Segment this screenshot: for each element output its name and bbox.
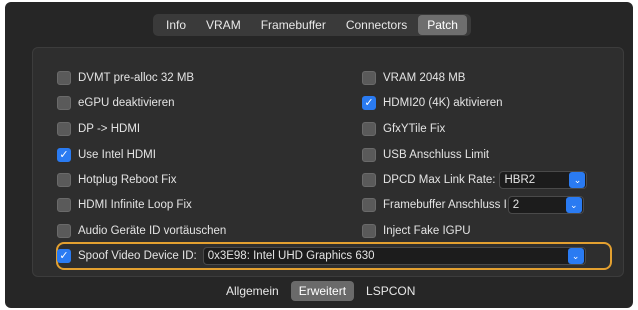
option-label: Use Intel HDMI (78, 149, 156, 161)
patch-window: Info VRAM Framebuffer Connectors Patch D… (5, 2, 633, 308)
option-vram-2048[interactable]: VRAM 2048 MB (362, 69, 465, 87)
option-label: GfxYTile Fix (383, 123, 446, 135)
checkbox[interactable] (362, 122, 376, 136)
option-framebuffer-port[interactable]: Framebuffer Anschluss I 2 ⌄ (362, 196, 584, 214)
option-hotplug-reboot-fix[interactable]: Hotplug Reboot Fix (57, 171, 176, 189)
tab-vram[interactable]: VRAM (197, 15, 250, 35)
option-audio-device-id[interactable]: Audio Geräte ID vortäuschen (57, 222, 226, 240)
option-dp-to-hdmi[interactable]: DP -> HDMI (57, 120, 140, 138)
spoof-device-id-select[interactable]: 0x3E98: Intel UHD Graphics 630 ⌄ (202, 247, 586, 265)
bottom-tab-bar: Allgemein Erweitert LSPCON (218, 280, 423, 302)
option-label: HDMI20 (4K) aktivieren (383, 97, 503, 109)
checkbox[interactable] (362, 71, 376, 85)
checkbox-checked[interactable]: ✓ (57, 148, 71, 162)
option-hdmi-infinite-loop-fix[interactable]: HDMI Infinite Loop Fix (57, 196, 192, 214)
checkbox[interactable] (57, 198, 71, 212)
select-value: 2 (512, 199, 520, 211)
tab-framebuffer[interactable]: Framebuffer (252, 15, 335, 35)
option-label: HDMI Infinite Loop Fix (78, 199, 192, 211)
option-label: Audio Geräte ID vortäuschen (78, 225, 227, 237)
option-label: Spoof Video Device ID: (78, 250, 197, 262)
option-inject-fake-igpu[interactable]: Inject Fake IGPU (362, 222, 471, 240)
option-label: eGPU deaktivieren (78, 97, 175, 109)
tab-connectors[interactable]: Connectors (337, 15, 416, 35)
checkbox[interactable] (57, 122, 71, 136)
option-hdmi20-4k[interactable]: ✓ HDMI20 (4K) aktivieren (362, 94, 503, 112)
select-value: 0x3E98: Intel UHD Graphics 630 (207, 250, 375, 262)
option-label: USB Anschluss Limit (383, 149, 490, 161)
option-use-intel-hdmi[interactable]: ✓ Use Intel HDMI (57, 146, 156, 164)
checkbox[interactable] (57, 71, 71, 85)
tab-patch[interactable]: Patch (418, 15, 467, 35)
option-usb-port-limit[interactable]: USB Anschluss Limit (362, 146, 489, 164)
dpcd-link-rate-select[interactable]: HBR2 ⌄ (499, 171, 588, 189)
option-label: Hotplug Reboot Fix (78, 174, 177, 186)
option-label: VRAM 2048 MB (383, 72, 466, 84)
framebuffer-port-select[interactable]: 2 ⌄ (507, 196, 584, 214)
option-dvmt-prealloc[interactable]: DVMT pre-alloc 32 MB (57, 69, 194, 87)
checkbox[interactable] (57, 224, 71, 238)
chevron-updown-icon: ⌄ (567, 248, 584, 264)
checkbox[interactable] (57, 173, 71, 187)
option-label: DPCD Max Link Rate: (383, 174, 496, 186)
checkbox[interactable] (362, 148, 376, 162)
option-egpu-disable[interactable]: eGPU deaktivieren (57, 94, 175, 112)
checkbox[interactable] (362, 224, 376, 238)
tab-info[interactable]: Info (157, 15, 195, 35)
option-label: Inject Fake IGPU (383, 225, 471, 237)
option-gfxytile-fix[interactable]: GfxYTile Fix (362, 120, 445, 138)
option-dpcd-max-link-rate[interactable]: DPCD Max Link Rate: HBR2 ⌄ (362, 171, 588, 189)
chevron-updown-icon: ⌄ (569, 172, 586, 188)
checkbox-checked[interactable]: ✓ (57, 249, 71, 263)
option-label: DVMT pre-alloc 32 MB (78, 72, 195, 84)
checkbox[interactable] (57, 96, 71, 110)
checkbox[interactable] (362, 198, 376, 212)
chevron-updown-icon: ⌄ (565, 197, 582, 213)
tab-erweitert[interactable]: Erweitert (290, 281, 355, 301)
tab-lspcon[interactable]: LSPCON (358, 281, 423, 301)
option-label: DP -> HDMI (78, 123, 141, 135)
option-label: Framebuffer Anschluss I (383, 199, 507, 211)
top-tab-bar: Info VRAM Framebuffer Connectors Patch (153, 14, 471, 36)
tab-allgemein[interactable]: Allgemein (218, 281, 287, 301)
option-spoof-video-device-id[interactable]: ✓ Spoof Video Device ID: 0x3E98: Intel U… (57, 247, 586, 265)
checkbox-checked[interactable]: ✓ (362, 96, 376, 110)
checkbox[interactable] (362, 173, 376, 187)
select-value: HBR2 (504, 174, 536, 186)
